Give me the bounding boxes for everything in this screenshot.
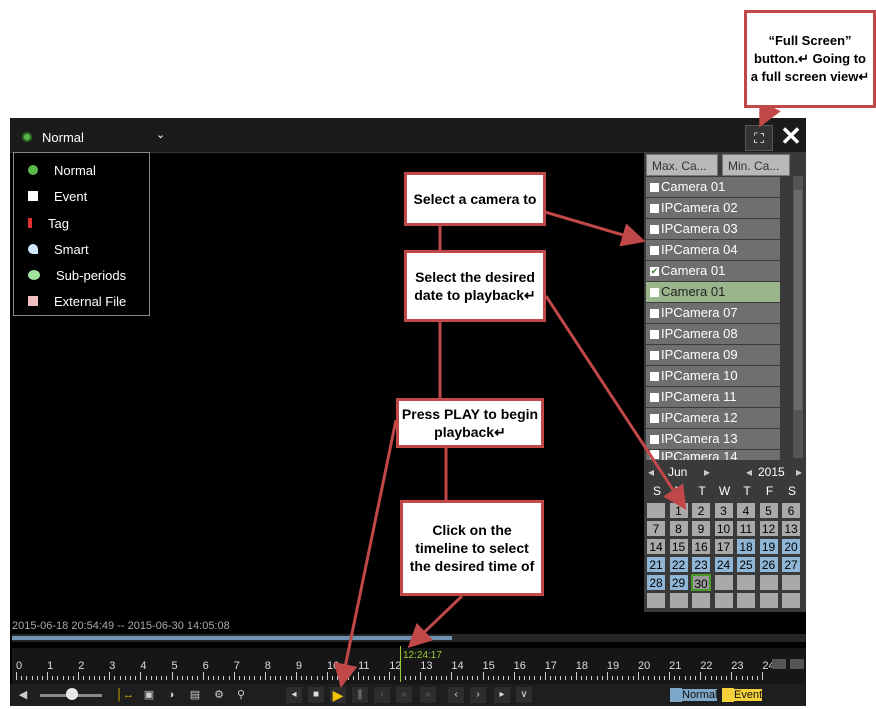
- callout-select-camera-text: Select a camera to: [413, 191, 537, 207]
- callout-full-screen: “Full Screen” button.↵ Going to a full s…: [744, 10, 876, 108]
- arrow-timeline: [407, 594, 464, 649]
- callout-select-camera: Select a camera to: [404, 172, 546, 226]
- arrow-select-camera: [544, 210, 646, 247]
- callout-timeline: Click on the timeline to select the desi…: [400, 500, 544, 596]
- callout-select-date-text: Select the desired date to playback↵: [414, 269, 536, 303]
- arrow-press-play: [333, 419, 398, 688]
- arrow-full-screen: [759, 100, 781, 128]
- callout-select-date: Select the desired date to playback↵: [404, 250, 546, 322]
- callout-timeline-text: Click on the timeline to select the desi…: [409, 522, 535, 574]
- arrow-select-date: [544, 295, 687, 511]
- callout-full-screen-text: “Full Screen” button.↵ Going to a full s…: [750, 33, 870, 84]
- callout-press-play: Press PLAY to begin playback↵: [396, 398, 544, 448]
- callout-press-play-text: Press PLAY to begin playback↵: [401, 406, 539, 440]
